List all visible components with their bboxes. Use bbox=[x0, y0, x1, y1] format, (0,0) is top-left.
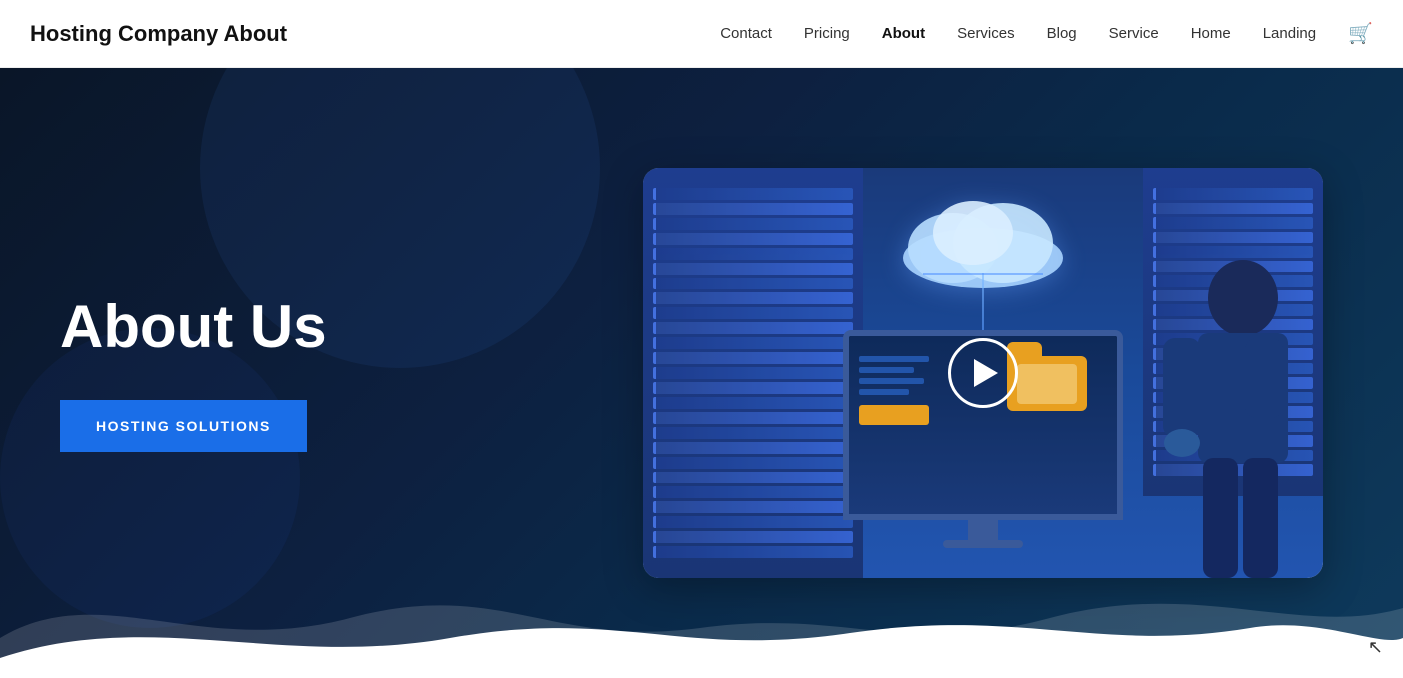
server-unit bbox=[653, 188, 853, 200]
server-unit bbox=[1153, 217, 1313, 229]
illustration-inner bbox=[643, 168, 1323, 578]
cart-icon[interactable]: 🛒 bbox=[1348, 23, 1373, 45]
person-silhouette bbox=[1143, 258, 1303, 578]
server-unit bbox=[653, 382, 853, 394]
server-unit bbox=[653, 292, 853, 304]
brand-logo[interactable]: Hosting Company About bbox=[30, 21, 287, 47]
nav-item-home[interactable]: Home bbox=[1191, 25, 1231, 43]
hero-section: About Us HOSTING SOLUTIONS bbox=[0, 68, 1403, 678]
server-unit bbox=[1153, 203, 1313, 215]
server-unit bbox=[653, 218, 853, 230]
nav-item-landing[interactable]: Landing bbox=[1263, 25, 1316, 43]
folder-icon bbox=[1007, 356, 1087, 411]
server-unit bbox=[653, 307, 853, 319]
cursor-indicator: ↖ bbox=[1368, 637, 1383, 658]
server-unit bbox=[653, 546, 853, 558]
hero-title: About Us bbox=[60, 294, 327, 360]
server-unit bbox=[1153, 188, 1313, 200]
server-unit bbox=[653, 337, 853, 349]
navbar: Hosting Company About Contact Pricing Ab… bbox=[0, 0, 1403, 68]
hero-wave bbox=[0, 558, 1403, 678]
nav-item-service[interactable]: Service bbox=[1109, 25, 1159, 43]
nav-item-cart[interactable]: 🛒 bbox=[1348, 21, 1373, 46]
folder-paper bbox=[1017, 364, 1077, 404]
nav-item-services[interactable]: Services bbox=[957, 25, 1015, 43]
server-unit bbox=[653, 322, 853, 334]
server-unit bbox=[653, 203, 853, 215]
server-unit bbox=[653, 486, 853, 498]
cloud-line-horizontal bbox=[923, 273, 1043, 275]
nav-item-about[interactable]: About bbox=[882, 25, 925, 43]
server-unit bbox=[653, 263, 853, 275]
server-unit bbox=[653, 248, 853, 260]
server-unit bbox=[1153, 232, 1313, 244]
server-unit bbox=[653, 367, 853, 379]
nav-item-contact[interactable]: Contact bbox=[720, 25, 772, 43]
screen-lines bbox=[859, 356, 929, 425]
server-unit bbox=[653, 457, 853, 469]
server-unit bbox=[653, 233, 853, 245]
folder-body bbox=[1007, 356, 1087, 411]
server-unit bbox=[1153, 246, 1313, 258]
server-unit bbox=[653, 397, 853, 409]
play-icon bbox=[974, 359, 998, 387]
server-unit bbox=[653, 531, 853, 543]
server-unit bbox=[653, 278, 853, 290]
server-unit bbox=[653, 352, 853, 364]
monitor-base bbox=[943, 540, 1023, 548]
hero-content: About Us HOSTING SOLUTIONS bbox=[60, 294, 327, 452]
server-rack-left bbox=[643, 168, 863, 578]
server-unit bbox=[653, 412, 853, 424]
nav-links: Contact Pricing About Services Blog Serv… bbox=[720, 21, 1373, 46]
play-button[interactable] bbox=[948, 338, 1018, 408]
server-unit bbox=[653, 427, 853, 439]
hero-illustration bbox=[643, 168, 1323, 578]
server-unit bbox=[653, 442, 853, 454]
server-unit bbox=[653, 516, 853, 528]
hosting-solutions-button[interactable]: HOSTING SOLUTIONS bbox=[60, 400, 307, 452]
monitor-stand bbox=[968, 520, 998, 540]
nav-item-blog[interactable]: Blog bbox=[1047, 25, 1077, 43]
server-unit bbox=[653, 501, 853, 513]
server-unit bbox=[653, 472, 853, 484]
nav-item-pricing[interactable]: Pricing bbox=[804, 25, 850, 43]
